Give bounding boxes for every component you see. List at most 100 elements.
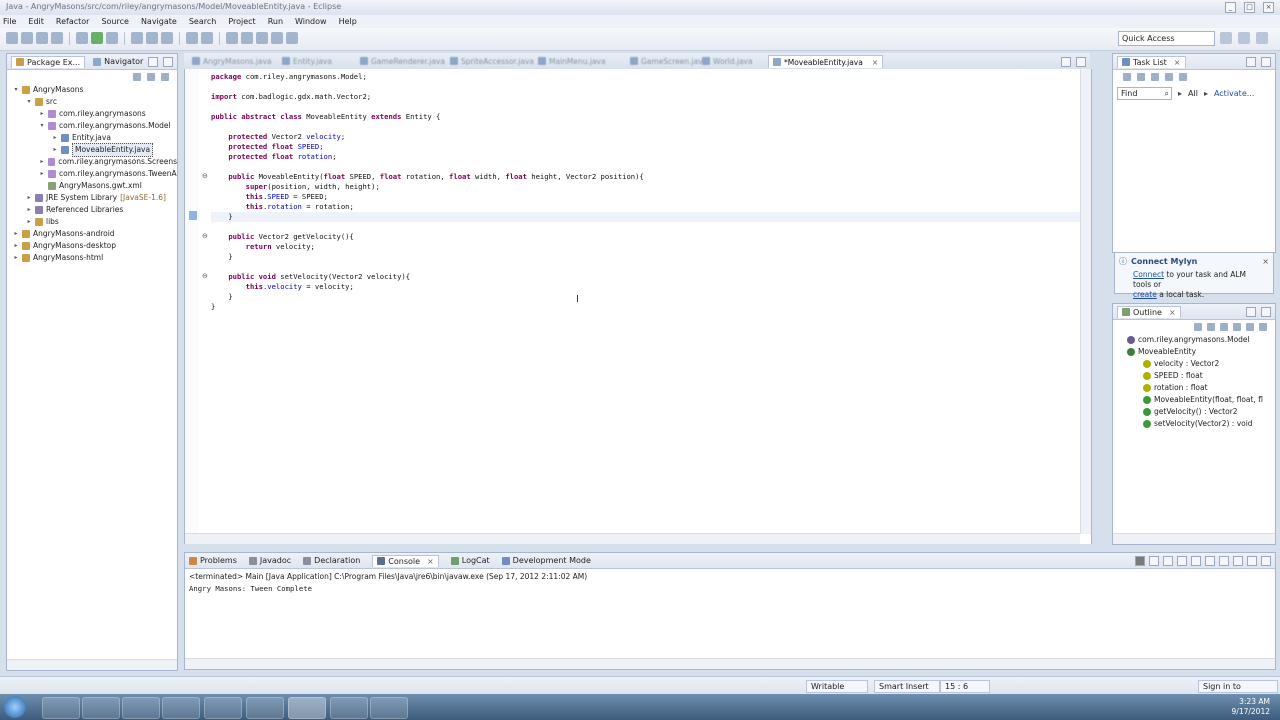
tree-item[interactable]: ▸ libs	[13, 216, 177, 228]
tab-outline[interactable]: Outline ×	[1117, 305, 1181, 318]
tree-item[interactable]: ▸ AngryMasons-html	[13, 252, 177, 264]
code-line[interactable]: protected Vector2 velocity;	[211, 132, 1081, 142]
code-line[interactable]: public Vector2 getVelocity(){	[211, 232, 1081, 242]
maximize-icon[interactable]	[1261, 307, 1271, 317]
expand-arrow-icon[interactable]: ▾	[13, 84, 19, 96]
filter-all-link[interactable]: All	[1188, 89, 1198, 98]
code-line[interactable]	[211, 122, 1081, 132]
print-icon[interactable]	[51, 32, 63, 44]
tree-item[interactable]: ▸ AngryMasons-desktop	[13, 240, 177, 252]
vertical-scrollbar[interactable]	[1080, 69, 1091, 534]
tree-item[interactable]: ▾ AngryMasons	[13, 84, 177, 96]
editor-tab[interactable]: AngryMasons.java	[192, 55, 272, 67]
code-line[interactable]: protected float SPEED;	[211, 142, 1081, 152]
view-menu-icon[interactable]	[1259, 323, 1267, 331]
maximize-icon[interactable]	[163, 57, 173, 67]
pin-console-icon[interactable]	[1205, 556, 1215, 566]
code-line[interactable]	[211, 262, 1081, 272]
tree-item[interactable]: ▾ com.riley.angrymasons.Model	[13, 120, 177, 132]
code-line[interactable]: public void setVelocity(Vector2 velocity…	[211, 272, 1081, 282]
horizontal-scrollbar[interactable]	[185, 658, 1275, 669]
code-line[interactable]: return velocity;	[211, 242, 1081, 252]
code-line[interactable]: protected float rotation;	[211, 152, 1081, 162]
fold-toggle-icon[interactable]: ⊖	[202, 272, 208, 280]
tree-item[interactable]: ▾ src	[13, 96, 177, 108]
save-icon[interactable]	[21, 32, 33, 44]
editor-tab-active[interactable]: *MoveableEntity.java ×	[768, 55, 884, 68]
close-tab-icon[interactable]: ×	[1174, 58, 1181, 67]
editor-tab[interactable]: World.java	[702, 55, 753, 67]
tab-package-explorer[interactable]: Package Ex...	[11, 55, 86, 68]
minimize-icon[interactable]	[1247, 556, 1257, 566]
menu-help[interactable]: Help	[339, 17, 357, 26]
collapse-arrow-icon[interactable]: ▸	[39, 108, 45, 120]
fold-toggle-icon[interactable]: ⊖	[202, 172, 208, 180]
tab-problems[interactable]: Problems	[189, 556, 237, 565]
debug-icon[interactable]	[76, 32, 88, 44]
java-perspective-icon[interactable]	[1238, 32, 1250, 44]
focus-icon[interactable]	[1165, 73, 1173, 81]
outline-item[interactable]: SPEED : float	[1127, 370, 1275, 382]
fold-toggle-icon[interactable]: ⊖	[202, 232, 208, 240]
new-package-icon[interactable]	[146, 32, 158, 44]
outline-item[interactable]: MoveableEntity(float, float, fl	[1127, 394, 1275, 406]
view-menu-icon[interactable]	[161, 73, 169, 81]
maximize-icon[interactable]	[1076, 57, 1086, 67]
code-line[interactable]: public MoveableEntity(float SPEED, float…	[211, 172, 1081, 182]
forward-icon[interactable]	[286, 32, 298, 44]
menu-refactor[interactable]: Refactor	[56, 17, 90, 26]
close-tab-icon[interactable]: ×	[872, 58, 878, 67]
eclipse-taskbar-icon[interactable]	[122, 697, 160, 719]
code-line[interactable]: }	[211, 292, 1081, 302]
collapse-arrow-icon[interactable]: ▸	[26, 216, 32, 228]
sign-in-google[interactable]: Sign in to Google...	[1198, 680, 1278, 702]
collapse-arrow-icon[interactable]: ▸	[39, 156, 45, 168]
next-annotation-icon[interactable]	[226, 32, 238, 44]
start-button-icon[interactable]	[4, 696, 26, 718]
back-icon[interactable]	[271, 32, 283, 44]
collapse-arrow-icon[interactable]: ▸	[13, 252, 19, 264]
tree-item[interactable]: ▸ JRE System Library [JavaSE-1.6]	[13, 192, 177, 204]
menu-navigate[interactable]: Navigate	[141, 17, 177, 26]
menu-run[interactable]: Run	[268, 17, 283, 26]
code-line[interactable]: public abstract class MoveableEntity ext…	[211, 112, 1081, 122]
maximize-icon[interactable]	[1261, 556, 1271, 566]
app-taskbar-icon[interactable]	[370, 697, 408, 719]
tab-development-mode[interactable]: Development Mode	[501, 556, 591, 565]
outline-item[interactable]: MoveableEntity	[1127, 346, 1275, 358]
expand-arrow-icon[interactable]: ▾	[26, 96, 32, 108]
explorer-taskbar-icon[interactable]	[42, 697, 80, 719]
hide-static-icon[interactable]	[1220, 323, 1228, 331]
code-line[interactable]: this.velocity = velocity;	[211, 282, 1081, 292]
code-line[interactable]: }	[211, 212, 1081, 222]
hide-fields-icon[interactable]	[1207, 323, 1215, 331]
horizontal-scrollbar[interactable]	[1113, 533, 1275, 544]
app-taskbar-icon[interactable]	[162, 697, 200, 719]
outline-item[interactable]: velocity : Vector2	[1127, 358, 1275, 370]
link-editor-icon[interactable]	[147, 73, 155, 81]
quick-access-input[interactable]: Quick Access	[1118, 31, 1215, 46]
menu-window[interactable]: Window	[295, 17, 327, 26]
chrome-taskbar-icon[interactable]	[82, 697, 120, 719]
minimize-icon[interactable]	[1061, 57, 1071, 67]
code-line[interactable]	[211, 222, 1081, 232]
code-line[interactable]	[211, 162, 1081, 172]
hide-nonpublic-icon[interactable]	[1233, 323, 1241, 331]
scroll-lock-icon[interactable]	[1177, 556, 1187, 566]
run-icon[interactable]	[91, 32, 103, 44]
menu-search[interactable]: Search	[189, 17, 216, 26]
tree-item[interactable]: ▸ Referenced Libraries	[13, 204, 177, 216]
collapse-all-icon[interactable]	[133, 73, 141, 81]
editor-tab[interactable]: GameScreen.java	[630, 55, 707, 67]
tree-item[interactable]: ▸ MoveableEntity.java	[13, 143, 177, 157]
new-java-project-icon[interactable]	[131, 32, 143, 44]
tree-item[interactable]: ▸ com.riley.angrymasons.TweenA	[13, 168, 177, 180]
expand-arrow-icon[interactable]: ▾	[39, 120, 45, 132]
editor-tab[interactable]: Entity.java	[282, 55, 332, 67]
menu-source[interactable]: Source	[101, 17, 128, 26]
code-line[interactable]: this.rotation = rotation;	[211, 202, 1081, 212]
code-line[interactable]	[211, 82, 1081, 92]
maximize-icon[interactable]	[1261, 57, 1271, 67]
code-line[interactable]: super(position, width, height);	[211, 182, 1081, 192]
tab-logcat[interactable]: LogCat	[450, 556, 490, 565]
